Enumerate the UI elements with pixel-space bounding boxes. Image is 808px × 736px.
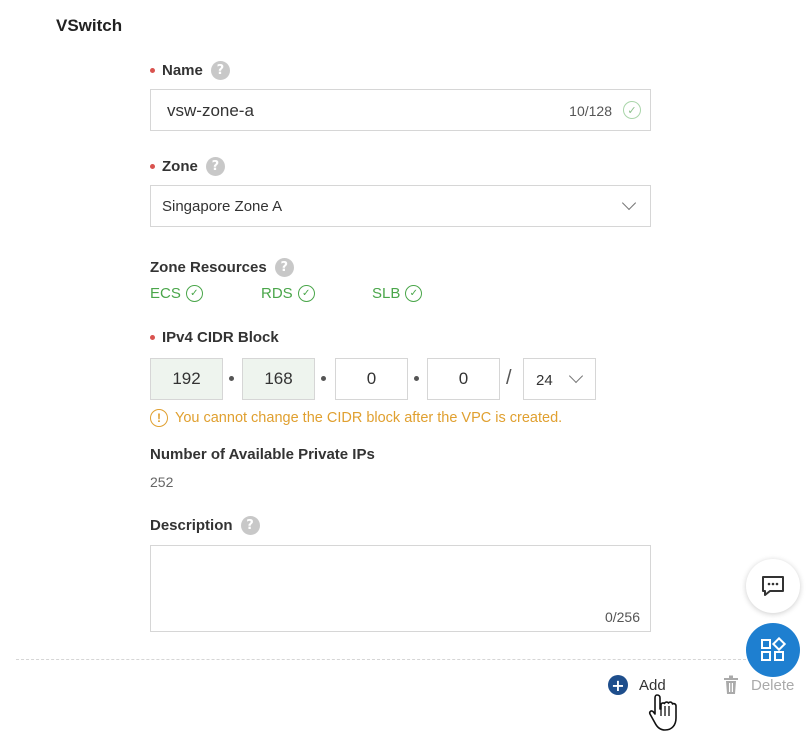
name-input-value: vsw-zone-a bbox=[167, 101, 254, 120]
cidr-octet-3[interactable]: 0 bbox=[335, 358, 408, 400]
resource-item: SLB ✓ bbox=[372, 285, 423, 302]
cidr-label: IPv4 CIDR Block bbox=[162, 329, 279, 346]
required-marker bbox=[150, 164, 155, 169]
resource-name: ECS bbox=[150, 285, 181, 302]
apps-icon bbox=[761, 637, 786, 661]
zone-label: Zone bbox=[162, 158, 198, 175]
resource-item: RDS ✓ bbox=[261, 285, 372, 302]
zone-select[interactable]: Singapore Zone A bbox=[150, 185, 651, 227]
chat-icon bbox=[762, 576, 784, 596]
description-textarea[interactable]: 0/256 bbox=[150, 545, 651, 632]
cidr-octet-2: 168 bbox=[242, 358, 315, 400]
add-button-label: Add bbox=[639, 676, 666, 694]
mask-separator: / bbox=[506, 367, 512, 389]
check-circle-icon: ✓ bbox=[297, 285, 315, 302]
description-label: Description bbox=[150, 517, 233, 534]
description-label-row: Description ? bbox=[150, 516, 260, 535]
delete-button-label: Delete bbox=[751, 676, 795, 694]
plus-circle-icon: + bbox=[608, 675, 628, 695]
required-marker bbox=[150, 68, 155, 73]
cidr-warning-text: You cannot change the CIDR block after t… bbox=[175, 410, 563, 426]
octet-separator bbox=[414, 376, 419, 381]
check-circle-icon: ✓ bbox=[623, 101, 641, 119]
add-button[interactable]: + Add bbox=[608, 675, 666, 695]
apps-button[interactable] bbox=[746, 623, 800, 677]
octet-separator bbox=[229, 376, 234, 381]
check-circle-icon: ✓ bbox=[185, 285, 203, 302]
resource-item: ECS ✓ bbox=[150, 285, 261, 302]
delete-button[interactable]: Delete bbox=[723, 675, 794, 695]
chevron-down-icon bbox=[568, 368, 584, 384]
name-char-counter: 10/128 bbox=[569, 103, 612, 119]
help-icon[interactable]: ? bbox=[205, 157, 225, 176]
hand-cursor-icon bbox=[648, 694, 677, 731]
name-label: Name bbox=[162, 62, 203, 79]
zone-resources-list: ECS ✓ RDS ✓ SLB ✓ bbox=[150, 285, 423, 302]
zone-resources-label-row: Zone Resources ? bbox=[150, 258, 294, 277]
zone-label-row: Zone ? bbox=[150, 157, 225, 176]
resource-name: SLB bbox=[372, 285, 401, 302]
required-marker bbox=[150, 335, 155, 340]
description-char-counter: 0/256 bbox=[604, 609, 640, 625]
octet-separator bbox=[321, 376, 326, 381]
trash-icon bbox=[724, 675, 738, 694]
private-ips-label: Number of Available Private IPs bbox=[150, 446, 375, 463]
cidr-label-row: IPv4 CIDR Block bbox=[150, 329, 279, 346]
help-icon[interactable]: ? bbox=[274, 258, 294, 277]
name-label-row: Name ? bbox=[150, 61, 230, 80]
cidr-octet-4[interactable]: 0 bbox=[427, 358, 500, 400]
chat-button[interactable] bbox=[746, 559, 800, 613]
cidr-mask-value: 24 bbox=[536, 372, 553, 389]
warning-icon: ! bbox=[150, 409, 168, 427]
chevron-down-icon bbox=[621, 195, 637, 211]
help-icon[interactable]: ? bbox=[240, 516, 260, 535]
check-circle-icon: ✓ bbox=[405, 285, 423, 302]
section-divider bbox=[16, 659, 746, 660]
section-title: VSwitch bbox=[56, 16, 123, 35]
resource-name: RDS bbox=[261, 285, 293, 302]
cidr-mask-select[interactable]: 24 bbox=[523, 358, 596, 400]
zone-resources-label: Zone Resources bbox=[150, 259, 267, 276]
cidr-octet-1: 192 bbox=[150, 358, 223, 400]
zone-selected-value: Singapore Zone A bbox=[162, 198, 283, 215]
private-ips-value: 252 bbox=[150, 474, 174, 490]
name-input[interactable]: vsw-zone-a 10/128 ✓ bbox=[150, 89, 651, 131]
cidr-warning: ! You cannot change the CIDR block after… bbox=[150, 409, 562, 427]
help-icon[interactable]: ? bbox=[210, 61, 230, 80]
